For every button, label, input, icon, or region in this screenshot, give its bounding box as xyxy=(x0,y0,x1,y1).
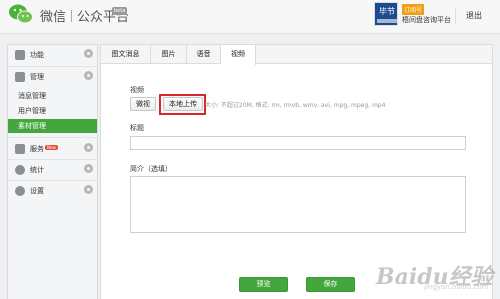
grid-icon xyxy=(15,50,25,60)
settings-icon xyxy=(15,186,25,196)
sidebar-item-manage[interactable]: 管理 xyxy=(8,67,97,87)
tab-news[interactable]: 图文消息 xyxy=(101,45,151,64)
top-header: 微信 公众平台 beta 毕节 订阅号 梧间盘咨询平台 退出 xyxy=(0,0,500,34)
sidebar-item-settings[interactable]: 设置 xyxy=(8,181,97,201)
sidebar-item-label: 设置 xyxy=(30,187,44,195)
new-badge: New xyxy=(45,145,58,150)
gear-icon[interactable] xyxy=(84,185,93,194)
preview-button[interactable]: 预览 xyxy=(239,277,288,292)
briefcase-icon xyxy=(15,144,25,154)
upload-highlight-box xyxy=(159,94,206,115)
gear-icon[interactable] xyxy=(84,143,93,152)
folder-icon xyxy=(15,72,25,82)
chart-icon xyxy=(15,165,25,175)
account-avatar-text: 毕节 xyxy=(379,7,395,16)
intro-label: 简介（选填） xyxy=(130,165,172,173)
tab-bar: 图文消息 图片 语音 视频 xyxy=(101,45,492,65)
video-label: 视频 xyxy=(130,86,144,94)
sidebar-item-service[interactable]: 服务 New xyxy=(8,139,97,159)
brand-name: 微信 xyxy=(40,10,67,25)
baidu-watermark: Baidu经验 jingyan.baidu.com xyxy=(376,253,496,293)
account-name[interactable]: 梧间盘咨询平台 xyxy=(402,15,451,25)
gear-icon[interactable] xyxy=(84,71,93,80)
tab-voice[interactable]: 语音 xyxy=(187,45,221,64)
beta-badge: beta xyxy=(112,7,128,15)
sidebar-subitem-messages[interactable]: 消息管理 xyxy=(8,89,97,103)
gear-icon[interactable] xyxy=(84,49,93,58)
tab-video[interactable]: 视频 xyxy=(221,45,256,65)
sidebar-item-function[interactable]: 功能 xyxy=(8,45,97,65)
logout-link[interactable]: 退出 xyxy=(466,10,482,21)
gear-icon[interactable] xyxy=(84,164,93,173)
tab-images[interactable]: 图片 xyxy=(151,45,187,64)
sidebar-subitem-label: 素材管理 xyxy=(18,122,46,130)
sidebar-item-label: 统计 xyxy=(30,166,44,174)
account-avatar[interactable]: 毕节 xyxy=(374,2,398,26)
sidebar-subitem-materials[interactable]: 素材管理 xyxy=(8,119,97,133)
save-button[interactable]: 保存 xyxy=(306,277,355,292)
sidebar: 功能 管理 消息管理 用户管理 素材管理 服务 New 统计 设置 xyxy=(7,44,98,299)
intro-textarea[interactable] xyxy=(130,176,466,233)
sidebar-subitem-label: 用户管理 xyxy=(18,107,46,115)
title-input[interactable] xyxy=(130,136,466,150)
sidebar-item-stats[interactable]: 统计 xyxy=(8,160,97,180)
wechat-logo-icon xyxy=(9,4,33,24)
sidebar-subitem-users[interactable]: 用户管理 xyxy=(8,104,97,118)
microvideo-button[interactable]: 微视 xyxy=(130,97,156,111)
watermark-url: jingyan.baidu.com xyxy=(424,283,489,291)
sidebar-item-label: 管理 xyxy=(30,73,44,81)
header-divider xyxy=(455,8,456,24)
sidebar-subitem-label: 消息管理 xyxy=(18,92,46,100)
account-type-badge: 订阅号 xyxy=(402,4,425,15)
sidebar-item-label: 服务 xyxy=(30,145,44,153)
sidebar-item-label: 功能 xyxy=(30,51,44,59)
upload-hint: 大小: 不超过20M, 格式: rm, rmvb, wmv, avi, mpg,… xyxy=(205,102,386,109)
title-label: 标题 xyxy=(130,124,144,132)
